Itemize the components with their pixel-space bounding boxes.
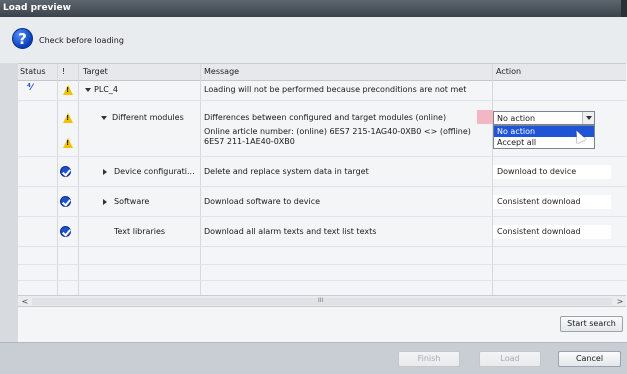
expand-down-icon[interactable] bbox=[85, 88, 91, 92]
message-text: Loading will not be performed because pr… bbox=[204, 85, 467, 94]
target-label: Software bbox=[114, 197, 150, 206]
column-divider bbox=[200, 64, 201, 296]
start-search-button[interactable]: Start search bbox=[560, 316, 623, 332]
window-title: Load preview bbox=[3, 3, 71, 13]
table-row[interactable]: Software Download software to device Con… bbox=[18, 194, 626, 210]
column-divider bbox=[492, 64, 493, 296]
load-status-icon: ⁴⁄ bbox=[27, 83, 33, 93]
row-divider bbox=[18, 246, 626, 247]
row-divider bbox=[18, 280, 626, 281]
row-divider bbox=[18, 264, 626, 265]
table-row[interactable]: Text libraries Download all alarm texts … bbox=[18, 224, 626, 240]
scroll-left-arrow[interactable]: < bbox=[20, 297, 30, 306]
warning-icon bbox=[63, 85, 73, 95]
row-divider bbox=[18, 216, 626, 217]
error-highlight bbox=[477, 110, 493, 124]
expand-right-icon[interactable] bbox=[103, 199, 107, 205]
ok-check-icon bbox=[60, 226, 71, 237]
expand-right-icon[interactable] bbox=[103, 169, 107, 175]
titlebar-edge bbox=[621, 0, 627, 17]
dropdown-selected: No action bbox=[497, 114, 536, 123]
action-value[interactable]: Consistent download bbox=[493, 225, 611, 239]
action-value[interactable]: Download to device bbox=[493, 165, 611, 179]
expand-down-icon[interactable] bbox=[101, 116, 107, 120]
target-label: Text libraries bbox=[114, 227, 166, 236]
message-text-continued: 6ES7 211-1AE40-0XB0 bbox=[204, 137, 295, 146]
column-header-bang[interactable]: ! bbox=[62, 67, 65, 76]
table-row[interactable]: ⁴⁄ PLC_4 Loading will not be performed b… bbox=[18, 81, 626, 98]
finish-button[interactable]: Finish bbox=[398, 351, 460, 367]
target-label: Device configurati... bbox=[114, 167, 195, 176]
column-header-target[interactable]: Target bbox=[83, 67, 108, 76]
row-divider bbox=[18, 186, 626, 187]
warning-icon bbox=[63, 113, 73, 123]
column-header-action[interactable]: Action bbox=[496, 67, 521, 76]
message-text: Download software to device bbox=[204, 197, 321, 206]
grid-header: Status ! Target Message Action bbox=[18, 64, 626, 81]
table-row[interactable]: Device configurati... Delete and replace… bbox=[18, 164, 626, 180]
message-text: Download all alarm texts and text list t… bbox=[204, 227, 377, 236]
action-dropdown[interactable]: No action bbox=[493, 111, 595, 125]
warning-icon bbox=[63, 138, 73, 148]
horizontal-scrollbar[interactable]: < III > bbox=[18, 295, 626, 307]
column-divider bbox=[78, 64, 79, 296]
scroll-grip: III bbox=[318, 297, 324, 304]
row-divider bbox=[18, 100, 626, 101]
column-divider bbox=[57, 64, 58, 296]
header-text: Check before loading bbox=[39, 36, 124, 45]
preview-grid: Status ! Target Message Action ⁴⁄ PLC_4 … bbox=[18, 63, 626, 296]
column-header-message[interactable]: Message bbox=[204, 67, 239, 76]
action-value[interactable]: Consistent download bbox=[493, 195, 611, 209]
message-text: Delete and replace system data in target bbox=[204, 167, 369, 176]
load-button[interactable]: Load bbox=[479, 351, 541, 367]
row-divider bbox=[18, 156, 626, 157]
window-titlebar: Load preview bbox=[0, 0, 627, 17]
chevron-down-icon[interactable] bbox=[582, 112, 594, 124]
message-text: Online article number: (online) 6ES7 215… bbox=[204, 127, 471, 136]
target-label: PLC_4 bbox=[94, 85, 118, 94]
help-question-icon: ? bbox=[12, 28, 33, 49]
dialog-footer: Finish Load Cancel bbox=[0, 342, 627, 374]
ok-check-icon bbox=[60, 166, 71, 177]
preview-panel: Status ! Target Message Action ⁴⁄ PLC_4 … bbox=[18, 63, 627, 342]
cancel-button[interactable]: Cancel bbox=[558, 351, 621, 367]
scroll-right-arrow[interactable]: > bbox=[615, 297, 625, 306]
ok-check-icon bbox=[60, 196, 71, 207]
target-label: Different modules bbox=[112, 113, 184, 122]
column-header-status[interactable]: Status bbox=[20, 67, 46, 76]
message-text: Differences between configured and targe… bbox=[204, 113, 447, 122]
